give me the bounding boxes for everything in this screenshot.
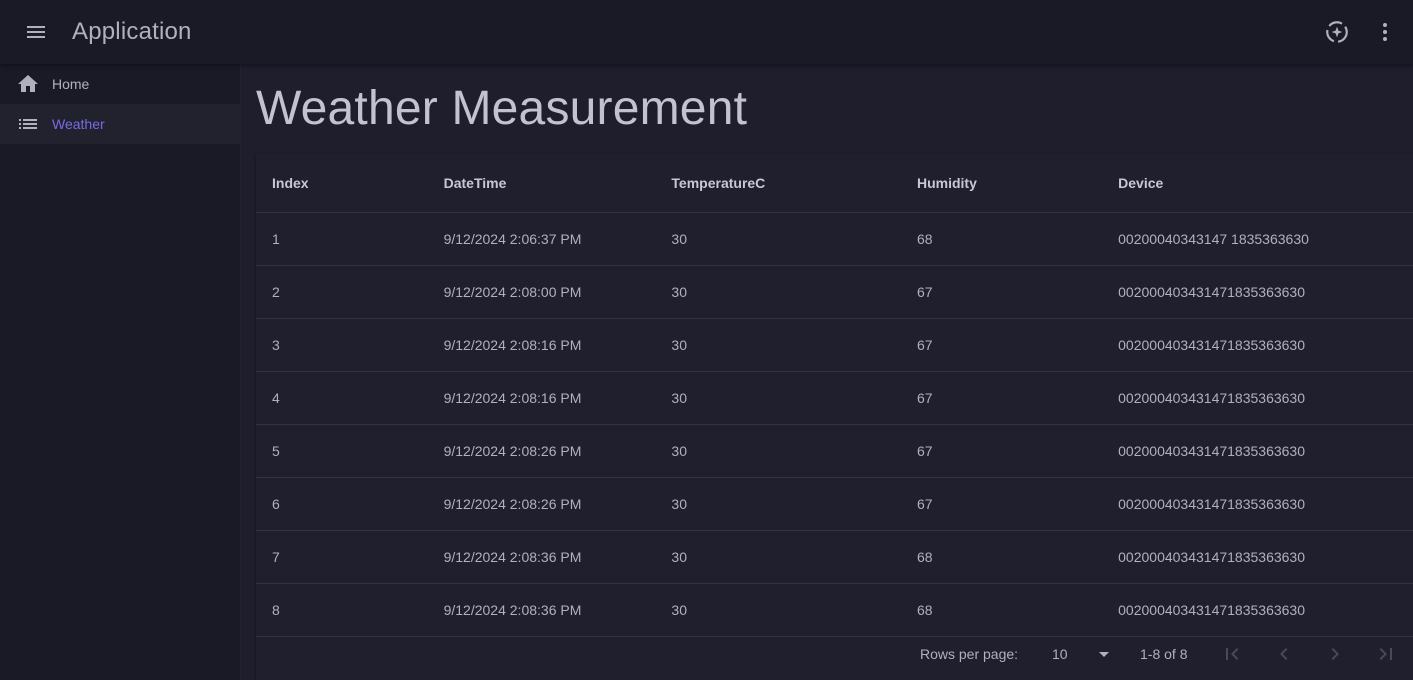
column-header-temperature: TemperatureC — [671, 175, 766, 191]
cell-index: 3 — [272, 337, 280, 353]
nav-item-label: Home — [52, 76, 90, 92]
column-header-index: Index — [272, 175, 309, 191]
cell-index: 1 — [272, 231, 280, 247]
cell-temperature: 30 — [671, 549, 687, 565]
cell-temperature: 30 — [671, 337, 687, 353]
previous-page-button[interactable] — [1264, 634, 1304, 674]
nav-item-home[interactable]: Home — [0, 64, 240, 104]
cell-datetime: 9/12/2024 2:08:00 PM — [443, 284, 582, 300]
next-page-button[interactable] — [1315, 634, 1355, 674]
app-title: Application — [72, 18, 192, 45]
cell-index: 8 — [272, 602, 280, 618]
last-page-icon — [1379, 648, 1392, 660]
nav-item-weather[interactable]: Weather — [0, 104, 240, 144]
cell-device: 002000403431471835363630 — [1118, 284, 1306, 300]
table-row: 7 9/12/2024 2:08:36 PM 30 68 00200040343… — [256, 531, 1413, 584]
cell-datetime: 9/12/2024 2:08:36 PM — [443, 549, 582, 565]
nav-drawer: Home Weather — [0, 64, 241, 680]
cell-temperature: 30 — [671, 231, 687, 247]
cell-humidity: 67 — [916, 337, 933, 353]
page-title: Weather Measurement — [256, 82, 748, 135]
cell-device: 002000403431471835363630 — [1118, 549, 1306, 565]
chevron-left-icon — [1280, 648, 1288, 660]
cell-device: 002000403431471835363630 — [1118, 496, 1306, 512]
rows-per-page-value: 10 — [1052, 646, 1068, 662]
main-content: Weather Measurement Index DateTime Tempe… — [241, 64, 1413, 680]
cell-datetime: 9/12/2024 2:08:16 PM — [443, 390, 582, 406]
weather-table: Index DateTime TemperatureC Humidity Dev… — [256, 154, 1413, 680]
more-vert-icon — [1383, 23, 1387, 41]
app-bar: Application — [0, 0, 1413, 64]
cell-device: 002000403431471835363630 — [1118, 602, 1306, 618]
cell-humidity: 68 — [916, 602, 933, 618]
menu-icon — [27, 26, 45, 38]
cell-humidity: 68 — [916, 231, 933, 247]
chevron-right-icon — [1331, 648, 1339, 660]
list-icon — [16, 112, 40, 136]
cell-temperature: 30 — [671, 602, 687, 618]
table-row: 1 9/12/2024 2:06:37 PM 30 68 00200040343… — [256, 213, 1413, 266]
theme-toggle-icon — [1326, 21, 1348, 43]
first-page-button[interactable] — [1212, 634, 1252, 674]
table-row: 3 9/12/2024 2:08:16 PM 30 67 00200040343… — [256, 319, 1413, 372]
table-row: 5 9/12/2024 2:08:26 PM 30 67 00200040343… — [256, 425, 1413, 478]
cell-datetime: 9/12/2024 2:08:26 PM — [443, 443, 582, 459]
rows-per-page-select[interactable]: 10 — [1052, 642, 1116, 666]
cell-temperature: 30 — [671, 284, 687, 300]
menu-button[interactable] — [16, 12, 56, 52]
more-options-button[interactable] — [1361, 8, 1409, 56]
cell-humidity: 67 — [916, 496, 933, 512]
theme-toggle-button[interactable] — [1313, 8, 1361, 56]
cell-datetime: 9/12/2024 2:06:37 PM — [443, 231, 582, 247]
first-page-icon — [1226, 648, 1239, 660]
table-row: 6 9/12/2024 2:08:26 PM 30 67 00200040343… — [256, 478, 1413, 531]
cell-humidity: 67 — [916, 390, 933, 406]
cell-index: 7 — [272, 549, 280, 565]
cell-device: 00200040343147 1835363630 — [1118, 231, 1309, 247]
column-header-humidity: Humidity — [916, 175, 977, 191]
last-page-button[interactable] — [1366, 634, 1406, 674]
cell-temperature: 30 — [671, 390, 687, 406]
pagination-range: 1-8 of 8 — [1140, 646, 1188, 662]
cell-datetime: 9/12/2024 2:08:36 PM — [443, 602, 582, 618]
cell-device: 002000403431471835363630 — [1118, 337, 1306, 353]
arrow-drop-down-icon — [1099, 652, 1109, 657]
table-header: Index DateTime TemperatureC Humidity Dev… — [256, 154, 1413, 213]
cell-datetime: 9/12/2024 2:08:16 PM — [443, 337, 582, 353]
table-row: 2 9/12/2024 2:08:00 PM 30 67 00200040343… — [256, 266, 1413, 319]
table-pagination: Rows per page: 10 1-8 of 8 — [256, 628, 1413, 680]
table-row: 4 9/12/2024 2:08:16 PM 30 67 00200040343… — [256, 372, 1413, 425]
column-header-device: Device — [1118, 175, 1164, 191]
rows-per-page-label: Rows per page: — [920, 646, 1019, 662]
nav-item-label: Weather — [52, 116, 105, 132]
cell-temperature: 30 — [671, 496, 687, 512]
cell-index: 2 — [272, 284, 280, 300]
cell-datetime: 9/12/2024 2:08:26 PM — [443, 496, 582, 512]
home-icon — [16, 72, 40, 96]
cell-temperature: 30 — [671, 443, 687, 459]
cell-index: 6 — [272, 496, 280, 512]
cell-device: 002000403431471835363630 — [1118, 390, 1306, 406]
cell-humidity: 67 — [916, 284, 933, 300]
cell-index: 5 — [272, 443, 280, 459]
cell-humidity: 68 — [916, 549, 933, 565]
column-header-datetime: DateTime — [443, 175, 507, 191]
cell-index: 4 — [272, 390, 280, 406]
cell-device: 002000403431471835363630 — [1118, 443, 1306, 459]
cell-humidity: 67 — [916, 443, 933, 459]
